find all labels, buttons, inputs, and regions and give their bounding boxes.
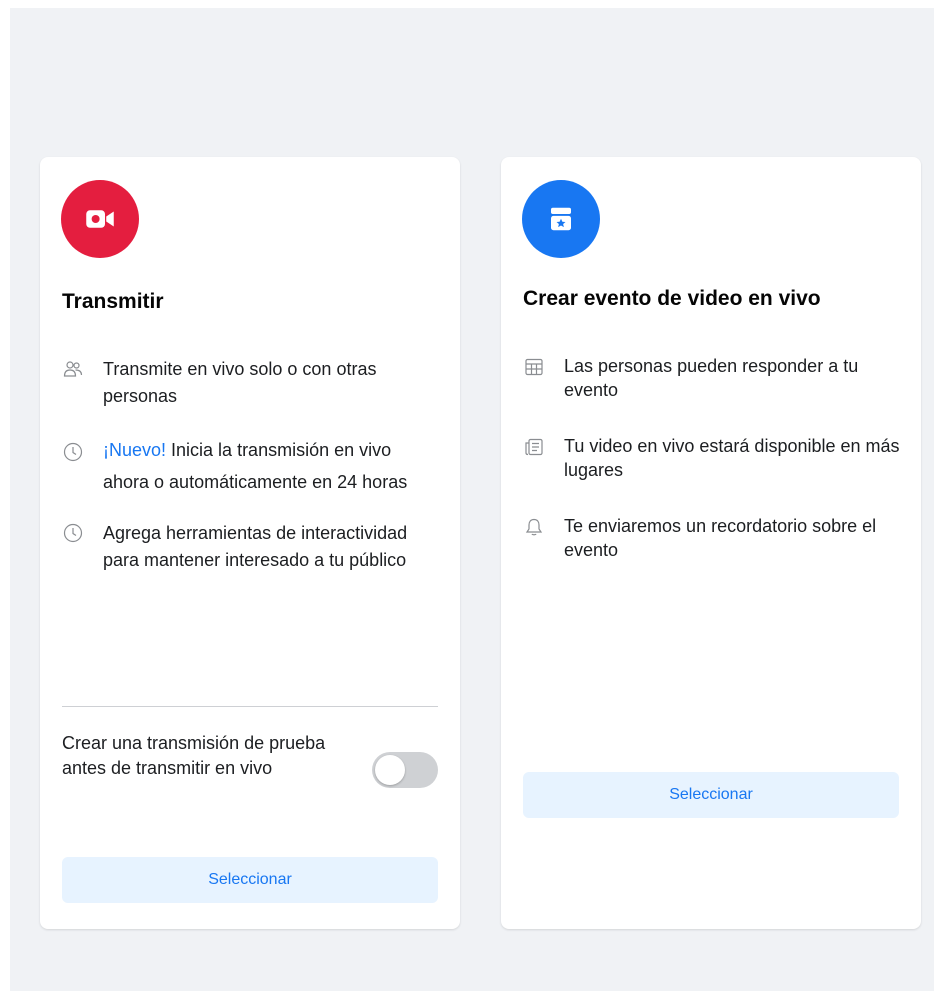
bell-icon	[524, 517, 544, 537]
broadcast-badge	[61, 180, 139, 258]
broadcast-features-list: Transmite en vivo solo o con otras perso…	[62, 356, 442, 574]
feature-text: Te enviaremos un recordatorio sobre el e…	[564, 516, 877, 560]
feature-text: Tu video en vivo estará disponible en má…	[564, 436, 900, 480]
feature-item: Tu video en vivo estará disponible en má…	[523, 434, 903, 482]
calendar-star-icon	[551, 207, 571, 231]
test-broadcast-label: Crear una transmisión de prueba antes de…	[62, 733, 326, 778]
test-broadcast-toggle[interactable]	[372, 752, 438, 788]
feature-text: Agrega herramientas de interactividad pa…	[103, 523, 408, 570]
feature-item: Agrega herramientas de interactividad pa…	[62, 520, 442, 574]
calendar-grid-icon	[524, 357, 544, 377]
new-feature-tag[interactable]: ¡Nuevo!	[103, 440, 166, 460]
select-live-event-button[interactable]: Seleccionar	[523, 772, 899, 818]
live-event-badge	[522, 180, 600, 258]
feature-item: ¡Nuevo! Inicia la transmisión en vivo ah…	[62, 434, 442, 498]
feature-item: Las personas pueden responder a tu event…	[523, 354, 903, 402]
select-broadcast-button[interactable]: Seleccionar	[62, 857, 438, 903]
clock-icon	[63, 523, 83, 543]
video-camera-icon	[86, 210, 114, 228]
divider	[62, 706, 438, 707]
people-icon	[63, 359, 83, 379]
feature-text: Las personas pueden responder a tu event…	[564, 356, 859, 400]
live-event-title: Crear evento de video en vivo	[523, 287, 821, 310]
feature-item: Transmite en vivo solo o con otras perso…	[62, 356, 442, 410]
news-feed-icon	[524, 437, 544, 457]
broadcast-title: Transmitir	[62, 290, 164, 313]
live-event-option-card: Crear evento de video en vivo Las person…	[501, 157, 921, 929]
clock-icon	[63, 440, 83, 462]
feature-text: Transmite en vivo solo o con otras perso…	[103, 359, 377, 406]
toggle-knob	[375, 755, 405, 785]
page-background: Transmitir Transmite en vivo solo o con …	[10, 8, 934, 991]
feature-item: Te enviaremos un recordatorio sobre el e…	[523, 514, 903, 562]
broadcast-option-card: Transmitir Transmite en vivo solo o con …	[40, 157, 460, 929]
live-event-features-list: Las personas pueden responder a tu event…	[523, 354, 903, 594]
